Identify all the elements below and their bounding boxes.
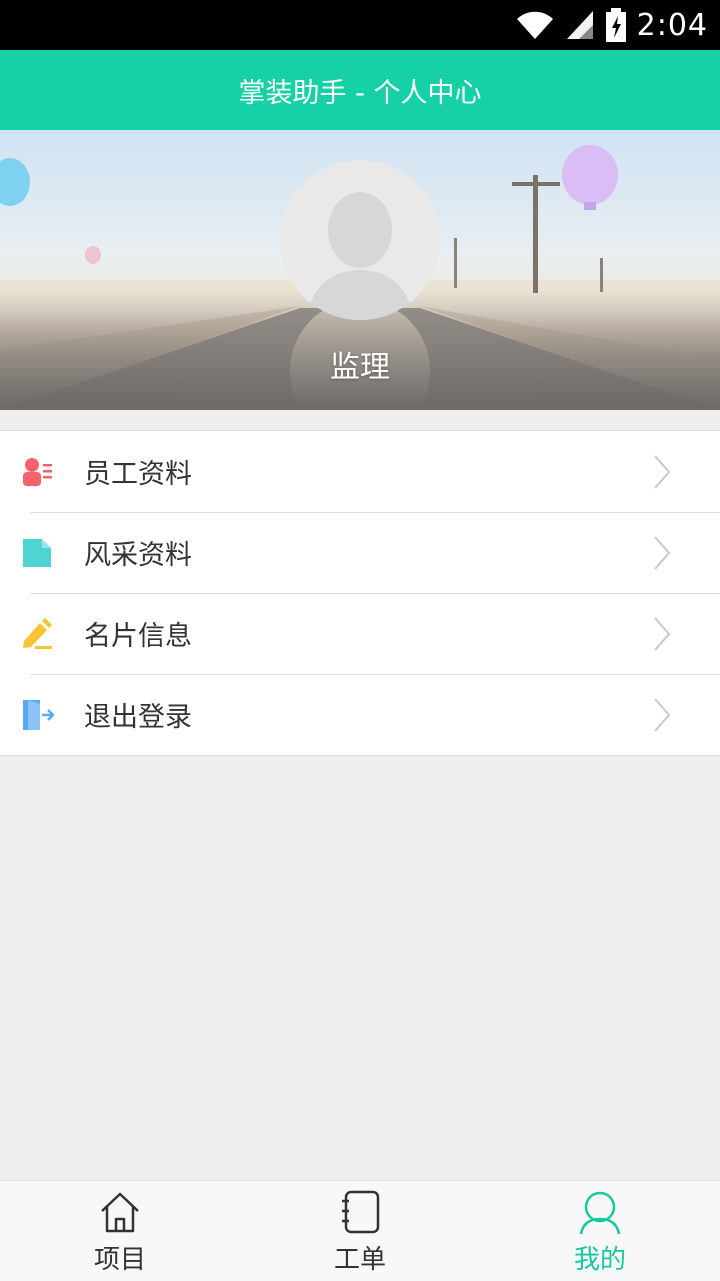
wifi-icon [516, 11, 553, 39]
menu-item-label: 名片信息 [84, 621, 192, 652]
pencil-icon [23, 618, 52, 649]
status-time: 2:04 [636, 7, 708, 43]
menu-item-style-info[interactable]: 风采资料 [0, 512, 720, 593]
chevron-right-icon [654, 698, 671, 732]
user-name: 监理 [330, 350, 390, 385]
user-icon [579, 1191, 621, 1235]
tab-label: 我的 [573, 1245, 626, 1275]
bottom-nav: 项目 工单 我的 [0, 1180, 720, 1281]
signal-icon [566, 11, 593, 39]
chevron-right-icon [654, 455, 671, 489]
logout-icon [23, 700, 54, 730]
tab-label: 工单 [333, 1245, 386, 1275]
menu-item-label: 退出登录 [84, 702, 192, 733]
profile-banner: 监理 [0, 130, 720, 410]
chevron-right-icon [654, 617, 671, 651]
chevron-right-icon [654, 536, 671, 570]
default-user-avatar-icon [308, 192, 412, 320]
menu-item-business-card[interactable]: 名片信息 [0, 593, 720, 674]
status-bar: 2:04 [0, 0, 720, 50]
page-title: 掌装助手 - 个人中心 [238, 77, 482, 109]
tab-mine[interactable]: 我的 [480, 1181, 720, 1281]
tab-label: 项目 [93, 1245, 146, 1275]
menu-list: 员工资料 风采资料 名片信息 退出登录 [0, 430, 720, 756]
title-bar: 掌装助手 - 个人中心 [0, 50, 720, 130]
employee-card-icon [23, 458, 52, 486]
menu-item-logout[interactable]: 退出登录 [0, 674, 720, 755]
menu-item-label: 员工资料 [84, 459, 192, 490]
menu-item-label: 风采资料 [84, 540, 192, 571]
avatar[interactable] [280, 160, 440, 320]
menu-item-employee-info[interactable]: 员工资料 [0, 431, 720, 512]
tab-projects[interactable]: 项目 [0, 1181, 240, 1281]
home-icon [101, 1192, 139, 1233]
tab-work-orders[interactable]: 工单 [240, 1181, 480, 1281]
battery-charging-icon [605, 8, 626, 42]
document-icon [23, 539, 51, 567]
notebook-icon [342, 1190, 380, 1234]
